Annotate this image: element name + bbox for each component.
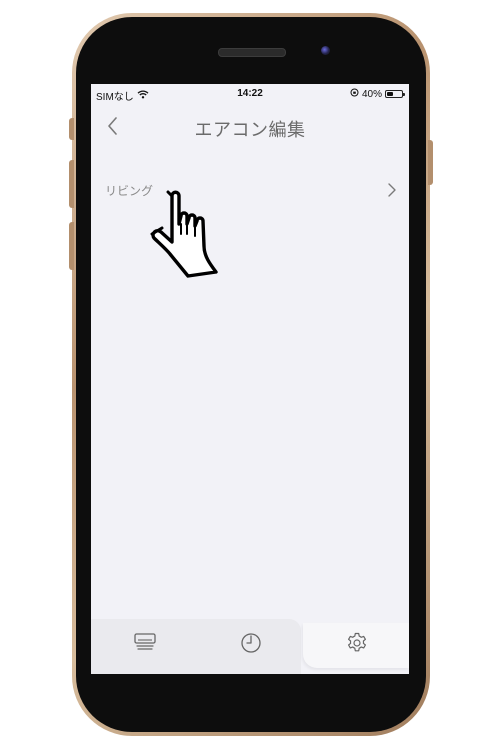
nav-bar: エアコン編集 — [91, 106, 409, 146]
status-right: 40% — [350, 88, 405, 100]
volume-down-button — [69, 222, 74, 270]
battery-icon — [385, 90, 405, 98]
page-title: エアコン編集 — [194, 120, 306, 141]
mute-switch — [69, 118, 74, 140]
aircon-icon — [134, 633, 156, 650]
timer-icon — [241, 633, 261, 653]
list-item-label: リビング — [105, 184, 154, 198]
battery-cap — [403, 93, 405, 96]
front-camera — [321, 46, 330, 55]
tab-bar — [91, 619, 409, 674]
orientation-lock-icon — [350, 88, 359, 100]
app-screen: SIMなし 14:22 40% エアコン編集 リビング — [91, 84, 409, 674]
tab-settings[interactable] — [303, 619, 409, 674]
speaker-grille — [218, 48, 286, 57]
tab-timer[interactable] — [197, 619, 303, 674]
pointing-hand-icon — [150, 190, 218, 278]
battery-level — [387, 92, 393, 96]
gear-icon — [348, 632, 366, 652]
volume-up-button — [69, 160, 74, 208]
power-button — [428, 140, 433, 185]
tab-aircon[interactable] — [91, 619, 197, 674]
screen-bottom-bezel — [91, 674, 409, 688]
battery-percent: 40% — [361, 88, 382, 100]
chevron-right-icon — [388, 183, 396, 197]
list-item-living[interactable]: リビング — [91, 172, 409, 208]
status-bar: SIMなし 14:22 40% — [91, 84, 409, 104]
